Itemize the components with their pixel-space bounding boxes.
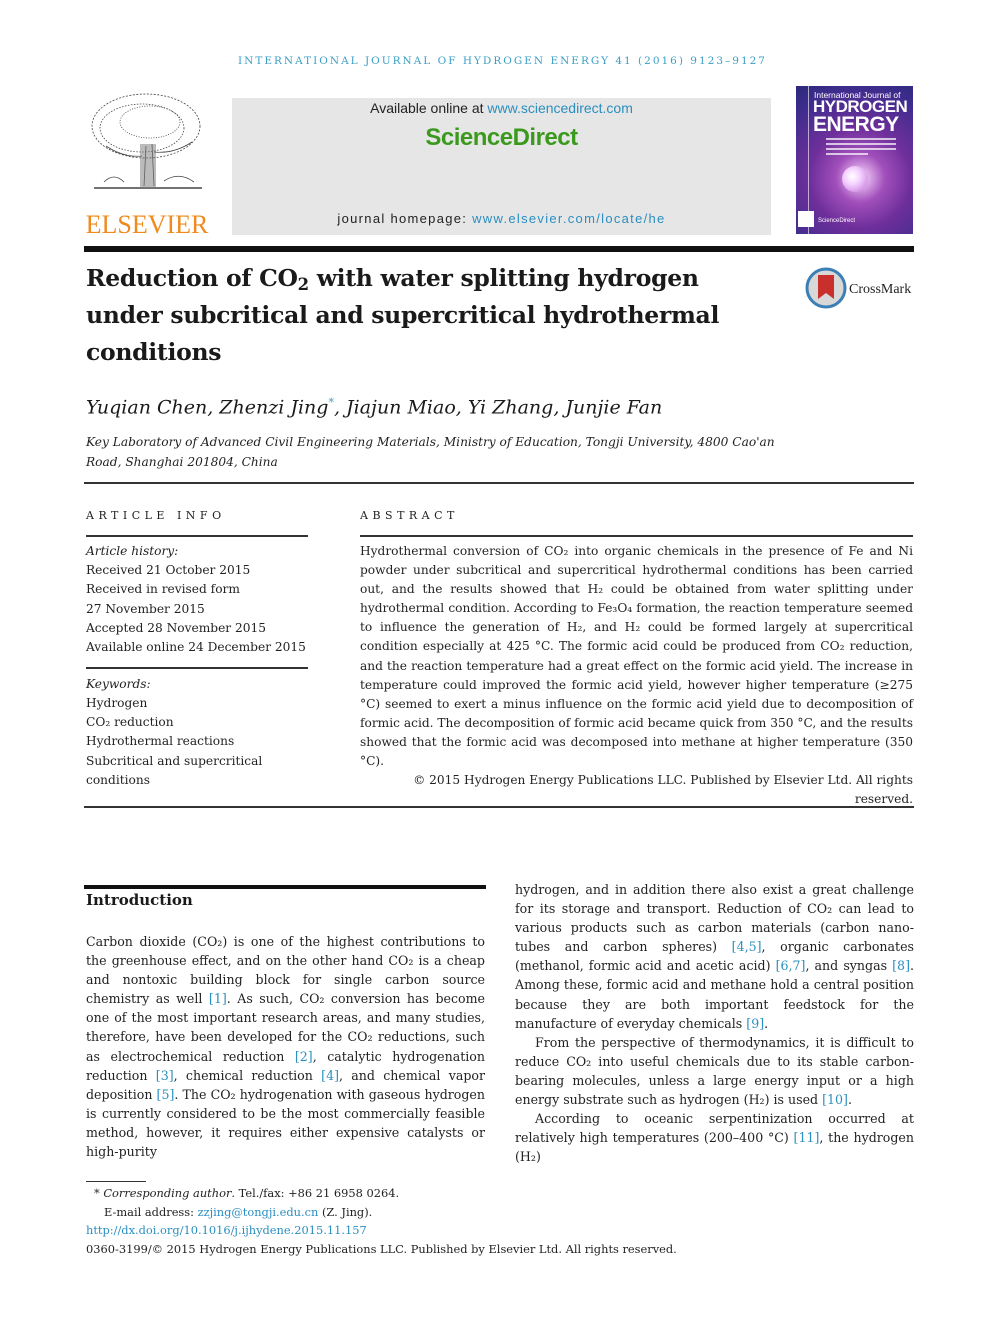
corresponding-author-note: * Corresponding author. Tel./fax: +86 21… — [86, 1184, 786, 1203]
footnote-rule — [86, 1181, 146, 1182]
crossmark-label[interactable]: CrossMark — [849, 282, 911, 298]
abstract-copyright: © 2015 Hydrogen Energy Publications LLC.… — [413, 773, 913, 807]
article-info-heading: ARTICLE INFO — [86, 509, 226, 522]
author-list: Yuqian Chen, Zhenzi Jing*, Jiajun Miao, … — [86, 396, 662, 418]
doi-link[interactable]: http://dx.doi.org/10.1016/j.ijhydene.201… — [86, 1223, 367, 1237]
section-rule — [84, 482, 914, 484]
citation-link[interactable]: [11] — [794, 1130, 820, 1145]
citation-link[interactable]: [2] — [295, 1049, 313, 1064]
email-suffix: (Z. Jing). — [318, 1204, 373, 1219]
body-text: From the perspective of thermodynamics, … — [515, 1034, 914, 1108]
authors-text-2: , Jiajun Miao, Yi Zhang, Junjie Fan — [333, 396, 663, 419]
cover-editor-lines — [826, 138, 896, 158]
keyword: Hydrothermal reactions — [86, 734, 235, 749]
keywords-rule — [86, 667, 308, 669]
crossmark-icon[interactable] — [805, 267, 847, 309]
cover-orb-graphic — [842, 166, 868, 192]
article-title: Reduction of CO2 with water splitting hy… — [86, 260, 766, 371]
abstract: Hydrothermal conversion of CO₂ into orga… — [360, 542, 913, 809]
abstract-heading: ABSTRACT — [360, 509, 459, 522]
email-label: E-mail address: — [104, 1204, 198, 1219]
article-info: Article history: Received 21 October 201… — [86, 542, 311, 790]
body-text: , and syngas — [805, 958, 893, 974]
body-text: . — [847, 1092, 852, 1108]
body-column-left: Carbon dioxide (CO₂) is one of the highe… — [86, 932, 485, 1161]
citation-link[interactable]: [1] — [209, 991, 227, 1006]
abstract-rule — [360, 535, 913, 537]
journal-cover-image: International Journal of HYDROGEN ENERGY… — [796, 86, 913, 234]
abstract-text: Hydrothermal conversion of CO₂ into orga… — [360, 544, 913, 769]
header-rule — [84, 246, 914, 252]
cover-badge-icon — [798, 211, 814, 227]
running-head: INTERNATIONAL JOURNAL OF HYDROGEN ENERGY… — [238, 55, 767, 67]
available-online-prefix: Available online at — [370, 100, 488, 116]
title-subscript: 2 — [297, 275, 309, 295]
paragraph: According to oceanic serpentinization oc… — [515, 1109, 914, 1166]
citation-link[interactable]: [5] — [157, 1087, 175, 1102]
body-column-right: hydrogen, and in addition there also exi… — [515, 880, 914, 1166]
body-text: . — [764, 1015, 769, 1031]
issn-copyright: 0360-3199/© 2015 Hydrogen Energy Publica… — [86, 1241, 677, 1256]
citation-link[interactable]: [6,7] — [776, 958, 806, 973]
journal-homepage-line: journal homepage: www.elsevier.com/locat… — [232, 211, 771, 226]
history-item: Accepted 28 November 2015 — [86, 620, 267, 635]
history-item: Received 21 October 2015 — [86, 563, 251, 578]
keyword: Subcritical and supercritical conditions — [86, 753, 263, 787]
affiliation: Key Laboratory of Advanced Civil Enginee… — [86, 435, 775, 469]
homepage-prefix: journal homepage: — [337, 211, 473, 226]
cover-footer: ScienceDirect — [818, 218, 856, 224]
footnotes: * Corresponding author. Tel./fax: +86 21… — [86, 1184, 786, 1258]
telephone: . Tel./fax: +86 21 6958 0264. — [231, 1186, 400, 1200]
body-text: , chemical reduction — [173, 1067, 322, 1083]
history-item: 27 November 2015 — [86, 601, 205, 616]
paragraph: hydrogen, and in addition there also exi… — [515, 880, 914, 1033]
history-label: Article history: — [86, 544, 179, 558]
sciencedirect-link[interactable]: www.sciencedirect.com — [487, 100, 633, 116]
sciencedirect-logo: ScienceDirect — [425, 124, 578, 151]
introduction-rule — [84, 885, 486, 889]
citation-link[interactable]: [8] — [892, 958, 910, 973]
citation-link[interactable]: [10] — [822, 1092, 848, 1107]
available-online-line: Available online at www.sciencedirect.co… — [232, 100, 771, 116]
keyword: CO₂ reduction — [86, 715, 174, 730]
introduction-heading: Introduction — [86, 891, 193, 909]
corresponding-label: Corresponding author — [103, 1186, 232, 1200]
keyword: Hydrogen — [86, 695, 148, 710]
citation-link[interactable]: [3] — [156, 1068, 174, 1083]
citation-link[interactable]: [4] — [321, 1068, 339, 1083]
email-link[interactable]: zzjing@tongji.edu.cn — [198, 1205, 319, 1219]
cover-line3: ENERGY — [813, 113, 899, 136]
paragraph: From the perspective of thermodynamics, … — [515, 1033, 914, 1109]
citation-link[interactable]: [4,5] — [732, 939, 762, 954]
elsevier-wordmark: ELSEVIER — [85, 210, 209, 239]
title-text-1: Reduction of CO — [86, 264, 298, 292]
email-line: E-mail address: zzjing@tongji.edu.cn (Z.… — [86, 1203, 786, 1222]
authors-text-1: Yuqian Chen, Zhenzi Jing — [86, 396, 329, 419]
keywords-label: Keywords: — [86, 676, 151, 691]
paragraph: Carbon dioxide (CO₂) is one of the highe… — [86, 932, 485, 1161]
journal-homepage-link[interactable]: www.elsevier.com/locate/he — [472, 211, 665, 226]
abstract-bottom-rule — [84, 806, 914, 808]
footnote-marker: * — [94, 1186, 100, 1200]
citation-link[interactable]: [9] — [746, 1016, 764, 1031]
history-item: Received in revised form — [86, 582, 240, 597]
article-info-rule — [86, 535, 308, 537]
history-item: Available online 24 December 2015 — [86, 640, 306, 655]
